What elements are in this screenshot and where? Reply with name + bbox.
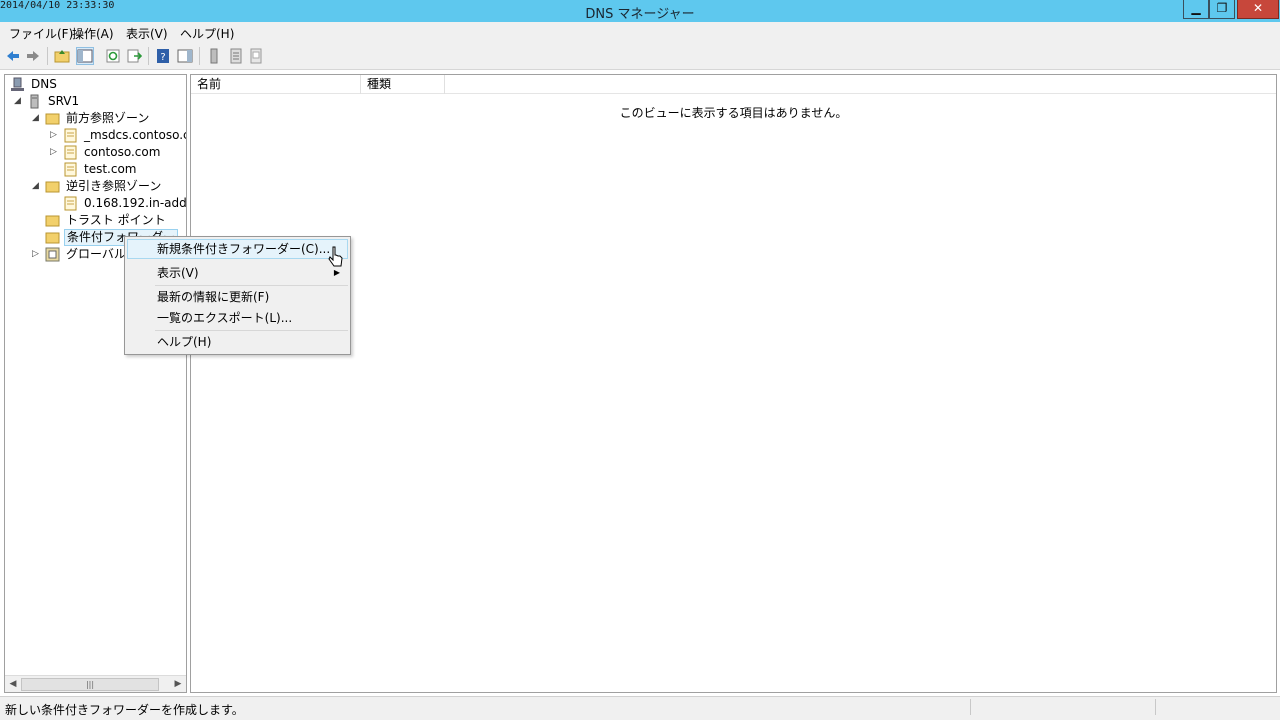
menu-help[interactable]: ヘルプ(H) — [180, 25, 234, 42]
toolbar-separator — [47, 47, 48, 65]
status-bar: 新しい条件付きフォワーダーを作成します。 — [0, 696, 1280, 720]
tree-label: contoso.com — [84, 145, 161, 159]
folder-icon — [45, 181, 60, 193]
zone-icon — [64, 128, 77, 143]
status-divider — [970, 699, 971, 715]
server-icon — [30, 94, 39, 109]
help-icon[interactable]: ? — [154, 47, 172, 65]
menu-view[interactable]: 表示(V) — [126, 25, 168, 42]
collapse-arrow-icon[interactable]: ◢ — [32, 114, 41, 123]
folder-icon — [45, 232, 60, 244]
horizontal-scrollbar[interactable]: ◀ ||| ▶ — [5, 675, 186, 692]
svg-text:?: ? — [160, 52, 165, 63]
collapse-arrow-icon[interactable]: ◢ — [32, 182, 41, 191]
title-bar: 2014/04/10 23:33:30 DNS マネージャー ▁ ❐ ✕ — [0, 0, 1280, 22]
zone-icon — [64, 162, 77, 177]
zone-icon — [64, 196, 77, 211]
close-button[interactable]: ✕ — [1237, 0, 1279, 19]
column-type[interactable]: 種類 — [361, 75, 445, 94]
toolbar-separator — [199, 47, 200, 65]
column-header: 名前 種類 — [191, 75, 1276, 94]
menu-separator — [155, 330, 348, 331]
window-title: DNS マネージャー — [585, 7, 695, 22]
column-name[interactable]: 名前 — [191, 75, 361, 94]
refresh-icon[interactable] — [104, 47, 122, 65]
tree-label: test.com — [84, 162, 137, 176]
toolbar-separator — [148, 47, 149, 65]
menu-action[interactable]: 操作(A) — [72, 25, 114, 42]
list-icon[interactable] — [227, 47, 245, 65]
scroll-left-icon[interactable]: ◀ — [6, 678, 20, 691]
zone-icon — [64, 145, 77, 160]
menu-bar: ファイル(F) 操作(A) 表示(V) ヘルプ(H) — [0, 22, 1280, 42]
empty-view-message: このビューに表示する項目はありません。 — [619, 106, 848, 120]
back-icon[interactable] — [4, 47, 22, 65]
folder-icon — [45, 113, 60, 125]
tree-label: _msdcs.contoso.co — [84, 128, 187, 142]
forward-icon[interactable] — [24, 47, 42, 65]
tree-label: 0.168.192.in-addr.a — [84, 196, 187, 210]
dns-icon — [11, 77, 24, 91]
minimize-button[interactable]: ▁ — [1183, 0, 1209, 19]
show-action-pane-icon[interactable] — [176, 47, 194, 65]
menu-file[interactable]: ファイル(F) — [9, 25, 73, 42]
menu-view[interactable]: 表示(V) ▶ — [127, 263, 348, 283]
status-message: 新しい条件付きフォワーダーを作成します。 — [5, 703, 244, 717]
export-list-icon[interactable] — [125, 47, 143, 65]
folder-icon — [45, 215, 60, 227]
properties-icon[interactable] — [247, 47, 265, 65]
context-menu: 新規条件付きフォワーダー(C)... 表示(V) ▶ 最新の情報に更新(F) 一… — [124, 236, 351, 355]
show-hide-console-tree-icon[interactable] — [76, 47, 94, 65]
tree-label: トラスト ポイント — [66, 213, 166, 227]
menu-new-conditional-forwarder[interactable]: 新規条件付きフォワーダー(C)... — [127, 239, 348, 259]
tree-label: 逆引き参照ゾーン — [66, 179, 162, 193]
details-pane[interactable]: 名前 種類 このビューに表示する項目はありません。 — [190, 74, 1277, 693]
expand-arrow-icon[interactable]: ▷ — [50, 131, 59, 140]
menu-export-list[interactable]: 一覧のエクスポート(L)... — [127, 308, 348, 328]
expand-arrow-icon[interactable]: ▷ — [50, 148, 59, 157]
tree-label: 前方参照ゾーン — [66, 111, 150, 125]
hand-cursor-icon — [328, 246, 343, 267]
collapse-arrow-icon[interactable]: ◢ — [14, 97, 23, 106]
tree-label: DNS — [31, 77, 57, 91]
log-icon — [45, 247, 60, 262]
console-tree-pane[interactable]: DNS ◢ SRV1 ◢ 前方参照ゾーン ▷ _msdcs.contoso.co… — [4, 74, 187, 693]
server-icon[interactable] — [205, 47, 223, 65]
menu-separator — [155, 285, 348, 286]
menu-view-label: 表示(V) — [157, 266, 199, 280]
scroll-thumb[interactable]: ||| — [21, 678, 159, 691]
expand-arrow-icon[interactable]: ▷ — [32, 250, 41, 259]
tree-label: SRV1 — [48, 94, 80, 108]
up-folder-icon[interactable] — [53, 47, 71, 65]
menu-refresh[interactable]: 最新の情報に更新(F) — [127, 287, 348, 307]
status-divider — [1155, 699, 1156, 715]
restore-button[interactable]: ❐ — [1209, 0, 1235, 19]
scroll-right-icon[interactable]: ▶ — [171, 678, 185, 691]
menu-help[interactable]: ヘルプ(H) — [127, 332, 348, 352]
toolbar: ? — [0, 42, 1280, 70]
